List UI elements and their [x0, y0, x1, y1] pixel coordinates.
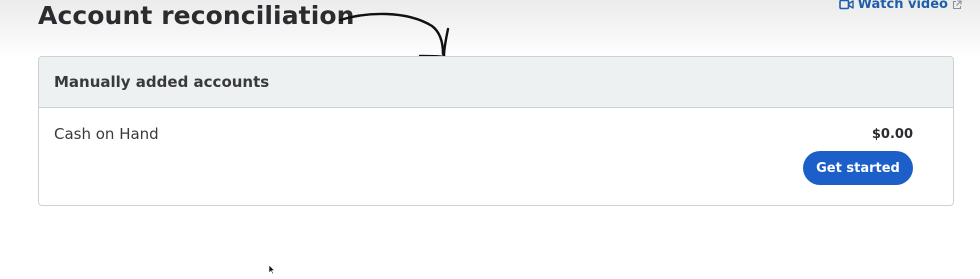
account-row: Cash on Hand $0.00 Get started: [39, 108, 953, 205]
external-link-icon: [952, 0, 962, 10]
manual-accounts-card: Manually added accounts Cash on Hand $0.…: [38, 56, 954, 206]
account-name: Cash on Hand: [54, 125, 159, 143]
account-balance: $0.00: [871, 127, 913, 142]
mouse-cursor-icon: [268, 264, 276, 275]
watch-video-link[interactable]: Watch video: [838, 0, 962, 12]
card-header: Manually added accounts: [39, 57, 953, 108]
watch-video-label: Watch video: [857, 0, 948, 12]
page-title: Account reconciliation: [38, 1, 355, 30]
get-started-button[interactable]: Get started: [803, 151, 913, 185]
video-camera-icon: [838, 0, 854, 10]
annotation-arrow: [338, 12, 450, 59]
